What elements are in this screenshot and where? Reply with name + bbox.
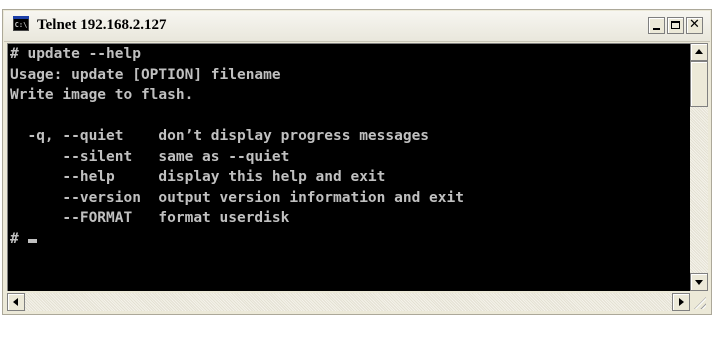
vertical-scroll-thumb[interactable] <box>690 61 708 107</box>
minimize-button[interactable] <box>648 17 665 34</box>
console-line: --version output version information and… <box>10 189 464 206</box>
console-line: --help display this help and exit <box>10 169 386 185</box>
console-icon[interactable]: C:\ <box>13 16 29 31</box>
console-output[interactable]: # update --help Usage: update [OPTION] f… <box>7 43 690 291</box>
console-line: --silent same as --quiet <box>10 148 290 165</box>
scroll-left-button[interactable] <box>7 293 25 311</box>
prompt-line[interactable]: # <box>8 229 690 250</box>
prompt: # <box>10 230 28 247</box>
telnet-window: C:\ Telnet 192.168.2.127 # update --help… <box>2 9 712 315</box>
vertical-scrollbar[interactable] <box>690 43 708 291</box>
window-title: Telnet 192.168.2.127 <box>37 17 167 33</box>
title-bar[interactable]: C:\ Telnet 192.168.2.127 <box>4 11 710 42</box>
scroll-up-button[interactable] <box>690 43 708 61</box>
text-cursor <box>28 238 38 243</box>
resize-grip-icon[interactable] <box>690 293 708 311</box>
scroll-right-button[interactable] <box>672 293 690 311</box>
arrow-up-icon <box>695 49 703 54</box>
arrow-down-icon <box>695 280 703 285</box>
console-line: --FORMAT format userdisk <box>10 210 290 226</box>
arrow-right-icon <box>679 298 684 306</box>
console-line: Write image to flash. <box>10 87 194 103</box>
console-line: Usage: update [OPTION] filename <box>10 66 281 83</box>
scroll-down-button[interactable] <box>690 273 708 291</box>
arrow-left-icon <box>13 298 18 306</box>
console-line: # update --help <box>10 46 141 62</box>
console-line: -q, --quiet don’t display progress messa… <box>10 128 430 144</box>
close-button[interactable] <box>686 17 703 34</box>
maximize-button[interactable] <box>667 17 684 34</box>
horizontal-scrollbar[interactable] <box>7 293 690 311</box>
